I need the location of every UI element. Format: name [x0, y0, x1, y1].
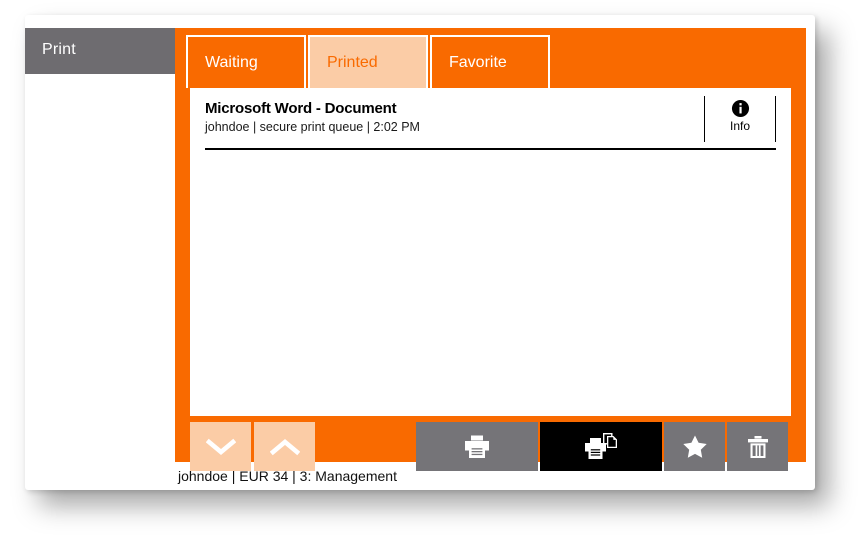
status-bar: johndoe | EUR 34 | 3: Management: [175, 463, 806, 488]
info-circle-icon: [731, 99, 749, 118]
tab-waiting-label: Waiting: [205, 53, 258, 71]
job-text-block: Microsoft Word - Document johndoe | secu…: [205, 96, 704, 134]
print-app-panel: Waiting Printed Favorite Microsoft Word …: [175, 28, 806, 471]
chevron-up-icon: [269, 438, 300, 455]
info-label: Info: [729, 119, 750, 133]
status-text: johndoe | EUR 34 | 3: Management: [178, 467, 397, 484]
screen: Print Waiting Printed Favorite Microsoft…: [0, 0, 865, 545]
table-row[interactable]: Microsoft Word - Document johndoe | secu…: [205, 96, 776, 150]
info-button[interactable]: Info: [704, 96, 776, 142]
printer-copy-icon: [585, 432, 617, 459]
trash-icon: [747, 435, 768, 458]
tab-strip: Waiting Printed Favorite: [186, 35, 550, 88]
job-list-surface: Microsoft Word - Document johndoe | secu…: [190, 88, 791, 416]
job-title: Microsoft Word - Document: [205, 100, 397, 117]
chevron-down-icon: [205, 438, 236, 455]
tab-favorite[interactable]: Favorite: [430, 35, 550, 88]
job-details: johndoe | secure print queue | 2:02 PM: [205, 120, 420, 134]
tab-favorite-label: Favorite: [449, 53, 507, 71]
print-header: Print: [25, 28, 178, 74]
star-icon: [682, 435, 707, 458]
tab-printed[interactable]: Printed: [308, 35, 428, 88]
tab-waiting[interactable]: Waiting: [186, 35, 306, 88]
page-title: Print: [42, 41, 76, 58]
tab-printed-label: Printed: [327, 53, 378, 71]
printer-icon: [465, 435, 489, 458]
